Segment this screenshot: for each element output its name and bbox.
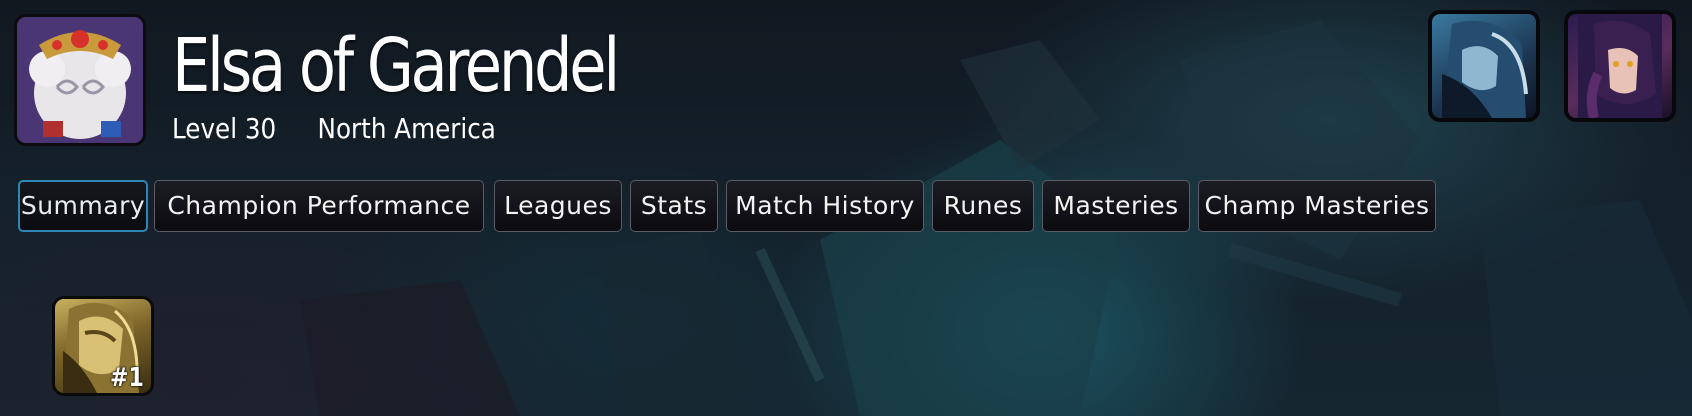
mastery-rank-badge: #1 bbox=[110, 363, 145, 393]
recent-champion-portrait-1[interactable] bbox=[1428, 10, 1540, 122]
summoner-level: Level 30 bbox=[172, 112, 277, 145]
tab-stats[interactable]: Stats bbox=[630, 180, 718, 232]
tab-champ-masteries[interactable]: Champ Masteries bbox=[1198, 180, 1436, 232]
recent-champion-portrait-2[interactable] bbox=[1564, 10, 1676, 122]
poro-icon bbox=[17, 17, 143, 143]
tab-leagues[interactable]: Leagues bbox=[494, 180, 622, 232]
tab-runes[interactable]: Runes bbox=[932, 180, 1034, 232]
champion-portrait-icon bbox=[1442, 20, 1528, 118]
tab-masteries[interactable]: Masteries bbox=[1042, 180, 1190, 232]
top-champion-mastery[interactable]: #1 bbox=[52, 296, 154, 396]
summoner-meta: Level 30 North America bbox=[172, 112, 529, 145]
tab-match-history[interactable]: Match History bbox=[726, 180, 924, 232]
tab-summary[interactable]: Summary bbox=[18, 180, 148, 232]
summoner-name: Elsa of Garendel bbox=[172, 23, 620, 109]
summoner-region: North America bbox=[317, 112, 496, 145]
champion-portrait-icon bbox=[1578, 14, 1662, 118]
summoner-avatar bbox=[14, 14, 146, 146]
tab-champion-performance[interactable]: Champion Performance bbox=[154, 180, 484, 232]
